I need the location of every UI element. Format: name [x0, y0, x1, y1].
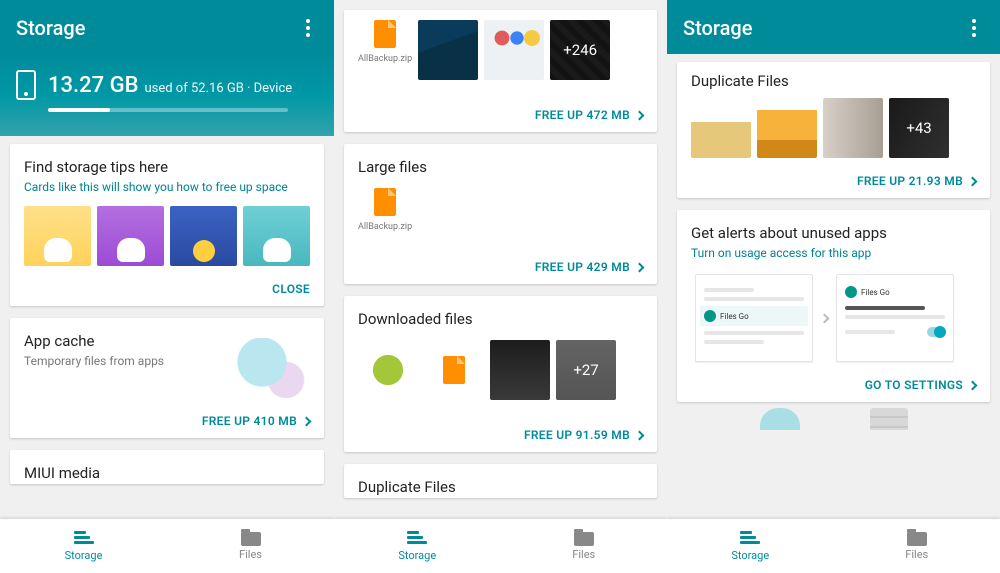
folder-icon: [907, 532, 927, 546]
chevron-right-icon: [635, 262, 645, 272]
toggle-icon: [927, 327, 945, 337]
large-files-title: Large files: [358, 158, 643, 176]
miui-title: MIUI media: [24, 464, 310, 482]
media-thumb[interactable]: [418, 20, 478, 80]
mascot-icon: [760, 408, 800, 430]
duplicate-thumb[interactable]: [757, 98, 817, 158]
screen-3: Storage Duplicate Files +43 FREE UP 21.9…: [667, 0, 1000, 573]
tips-close-button[interactable]: CLOSE: [24, 272, 310, 296]
storage-icon: [740, 531, 760, 547]
miui-media-card[interactable]: MIUI media: [10, 450, 324, 484]
nav-files[interactable]: Files: [834, 519, 1000, 573]
chevron-right-icon: [820, 313, 830, 323]
appcache-title: App cache: [24, 332, 164, 350]
downloads-free-button[interactable]: FREE UP 91.59 MB: [358, 418, 643, 442]
appcache-subtitle: Temporary files from apps: [24, 354, 164, 368]
app-cache-card[interactable]: App cache Temporary files from apps FREE…: [10, 318, 324, 438]
tips-title: Find storage tips here: [24, 158, 310, 176]
download-item[interactable]: [490, 340, 550, 400]
overflow-menu-icon[interactable]: [964, 18, 984, 38]
alerts-title: Get alerts about unused apps: [691, 224, 976, 242]
usage-progress: [48, 108, 288, 112]
go-to-settings-button[interactable]: GO TO SETTINGS: [691, 368, 976, 392]
duplicate-title: Duplicate Files: [691, 72, 976, 90]
media-thumb[interactable]: [484, 20, 544, 80]
top-files-card[interactable]: AllBackup.zip +246 FREE UP 472 MB: [344, 10, 657, 132]
file-icon: [374, 20, 396, 48]
duplicate-title: Duplicate Files: [358, 478, 643, 496]
app-header: Storage: [0, 0, 334, 54]
chevron-right-icon: [302, 416, 312, 426]
tips-card[interactable]: Find storage tips here Cards like this w…: [10, 144, 324, 306]
download-item[interactable]: iPhone X Fluid ...: [424, 340, 484, 400]
tips-subtitle: Cards like this will show you how to fre…: [24, 180, 310, 194]
large-files-card[interactable]: Large files AllBackup.zip FREE UP 429 MB: [344, 144, 657, 284]
decorative-illustration: [230, 338, 310, 398]
app-icon: [704, 310, 716, 322]
file-item[interactable]: AllBackup.zip: [358, 188, 412, 232]
screen-2: AllBackup.zip +246 FREE UP 472 MB Large …: [334, 0, 667, 573]
duplicate-thumb-more[interactable]: +43: [889, 98, 949, 158]
chevron-right-icon: [968, 380, 978, 390]
duplicate-thumb[interactable]: [691, 98, 751, 158]
tips-thumb: [24, 206, 91, 266]
usage-total: used of 52.16 GB · Device: [144, 81, 292, 96]
usage-used: 13.27 GB: [48, 73, 138, 98]
nav-storage[interactable]: Storage: [667, 519, 834, 573]
downloaded-files-card[interactable]: Downloaded files Action Launche... iPhon…: [344, 296, 657, 452]
top-free-button[interactable]: FREE UP 472 MB: [358, 98, 643, 122]
media-thumb-more[interactable]: +246: [550, 20, 610, 80]
tips-thumb: [170, 206, 237, 266]
duplicate-files-card[interactable]: Duplicate Files: [344, 464, 657, 498]
device-icon: [16, 70, 36, 100]
nav-storage[interactable]: Storage: [334, 519, 501, 573]
appcache-free-button[interactable]: FREE UP 410 MB: [24, 404, 310, 428]
chevron-right-icon: [635, 110, 645, 120]
settings-illustration: Files Go Files Go: [695, 274, 972, 362]
storage-icon: [407, 531, 427, 547]
file-item[interactable]: AllBackup.zip: [358, 20, 412, 80]
chevron-right-icon: [635, 430, 645, 440]
file-icon: [443, 356, 465, 384]
duplicate-thumb[interactable]: [823, 98, 883, 158]
folder-icon: [574, 532, 594, 546]
file-icon: [374, 188, 396, 216]
download-item[interactable]: Action Launche...: [358, 340, 418, 400]
tips-thumb: [243, 206, 310, 266]
nav-files[interactable]: Files: [167, 519, 334, 573]
duplicate-free-button[interactable]: FREE UP 21.93 MB: [691, 164, 976, 188]
decorative-footer: [677, 408, 990, 430]
duplicate-files-card[interactable]: Duplicate Files +43 FREE UP 21.93 MB: [677, 62, 990, 198]
download-item-more[interactable]: +27: [556, 340, 616, 400]
downloaded-title: Downloaded files: [358, 310, 643, 328]
app-icon: [845, 286, 857, 298]
server-icon: [870, 408, 908, 430]
nav-storage[interactable]: Storage: [0, 519, 167, 573]
page-title: Storage: [683, 16, 752, 40]
app-header: Storage: [667, 0, 1000, 54]
large-free-button[interactable]: FREE UP 429 MB: [358, 250, 643, 274]
chevron-right-icon: [968, 176, 978, 186]
bottom-nav: Storage Files: [667, 519, 1000, 573]
tips-thumb: [97, 206, 164, 266]
storage-icon: [74, 531, 94, 547]
overflow-menu-icon[interactable]: [298, 18, 318, 38]
bottom-nav: Storage Files: [334, 519, 667, 573]
page-title: Storage: [16, 16, 85, 40]
bottom-nav: Storage Files: [0, 519, 334, 573]
screen-1: Storage 13.27 GB used of 52.16 GB · Devi…: [0, 0, 334, 573]
folder-icon: [241, 532, 261, 546]
storage-usage-panel: 13.27 GB used of 52.16 GB · Device: [0, 54, 334, 136]
alerts-subtitle: Turn on usage access for this app: [691, 246, 976, 260]
nav-files[interactable]: Files: [501, 519, 668, 573]
unused-apps-alert-card[interactable]: Get alerts about unused apps Turn on usa…: [677, 210, 990, 402]
